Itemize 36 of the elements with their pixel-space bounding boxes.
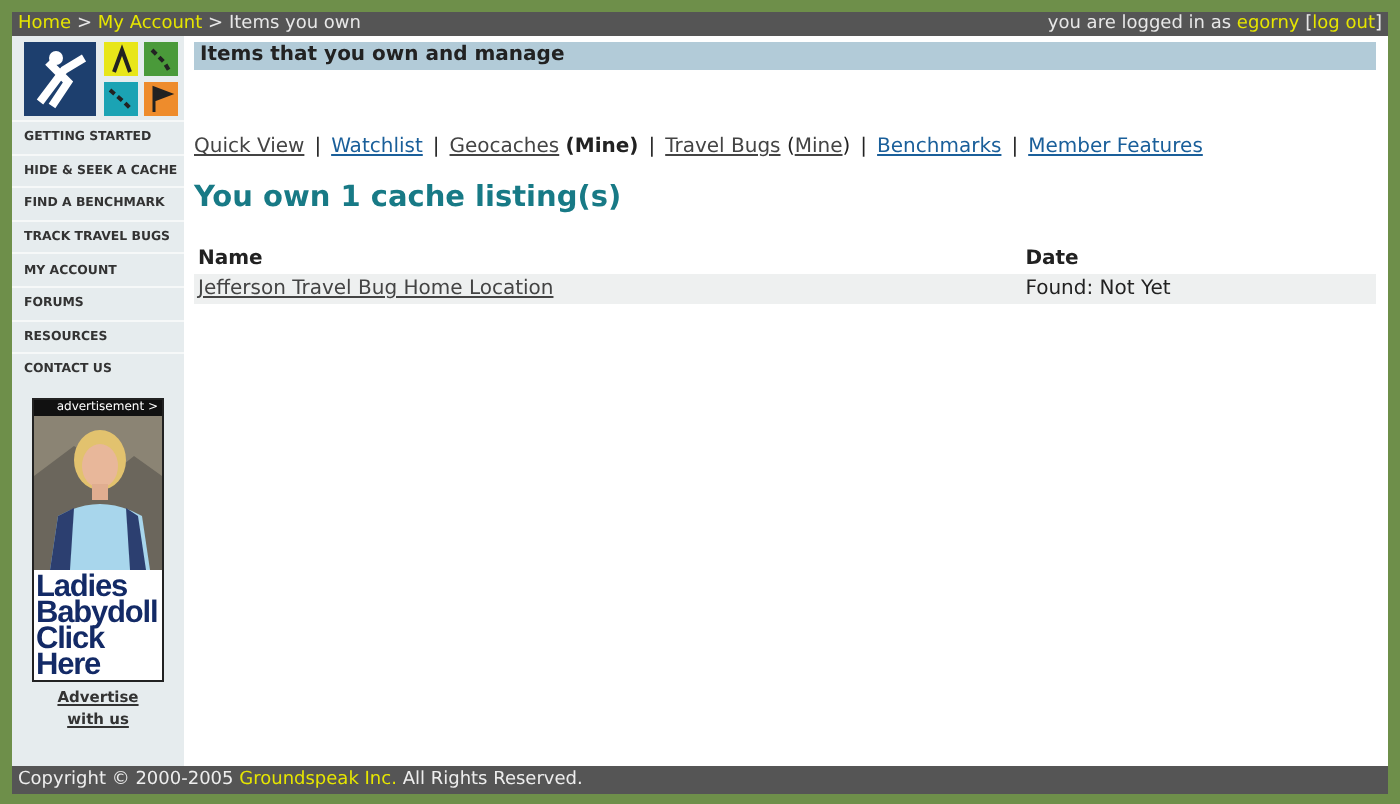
nav-suffix: (Mine) [565, 136, 639, 158]
bracket: ] [1374, 14, 1382, 34]
nav-link[interactable]: Benchmarks [877, 136, 1002, 158]
username-link[interactable]: egorny [1236, 14, 1300, 34]
login-status: you are logged in as [1047, 14, 1232, 34]
nav-link[interactable]: Mine [794, 136, 843, 158]
ad-headline[interactable]: Ladies Babydoll Click Here [34, 569, 162, 680]
logout-link[interactable]: log out [1312, 14, 1375, 34]
breadcrumb-link[interactable]: Home [18, 14, 72, 34]
nav-separator: | [860, 136, 868, 158]
nav-separator: | [314, 136, 322, 158]
nav-separator: | [432, 136, 440, 158]
nav-link[interactable]: Member Features [1028, 136, 1203, 158]
column-header: Name [194, 244, 1022, 274]
breadcrumb-separator: > [208, 14, 224, 34]
nav-link[interactable]: Watchlist [331, 136, 423, 158]
rights-text: All Rights Reserved. [402, 770, 583, 790]
nav-separator: | [648, 136, 656, 158]
page-heading: You own 1 cache listing(s) [194, 182, 624, 214]
nav-link[interactable]: Travel Bugs [665, 136, 781, 158]
nav-link[interactable]: Geocaches [449, 136, 560, 158]
company-link[interactable]: Groundspeak Inc. [239, 770, 397, 790]
nav-separator: | [1011, 136, 1019, 158]
paren: ) [842, 136, 851, 158]
nav-link[interactable]: Quick View [194, 136, 305, 158]
paren: ( [786, 136, 795, 158]
logo-tiles-icon [104, 42, 180, 116]
breadcrumb-link[interactable]: My Account [97, 14, 203, 34]
copyright-text: Copyright © 2000-2005 [18, 770, 234, 790]
logo-icon[interactable] [24, 42, 96, 116]
column-header: Date [1021, 244, 1376, 274]
bracket: [ [1305, 14, 1313, 34]
table-cell: Found: Not Yet [1021, 274, 1376, 304]
breadcrumb-separator: > [76, 14, 92, 34]
section-header: Items that you own and manage [194, 42, 1376, 70]
breadcrumb-current: Items you own [228, 14, 361, 34]
